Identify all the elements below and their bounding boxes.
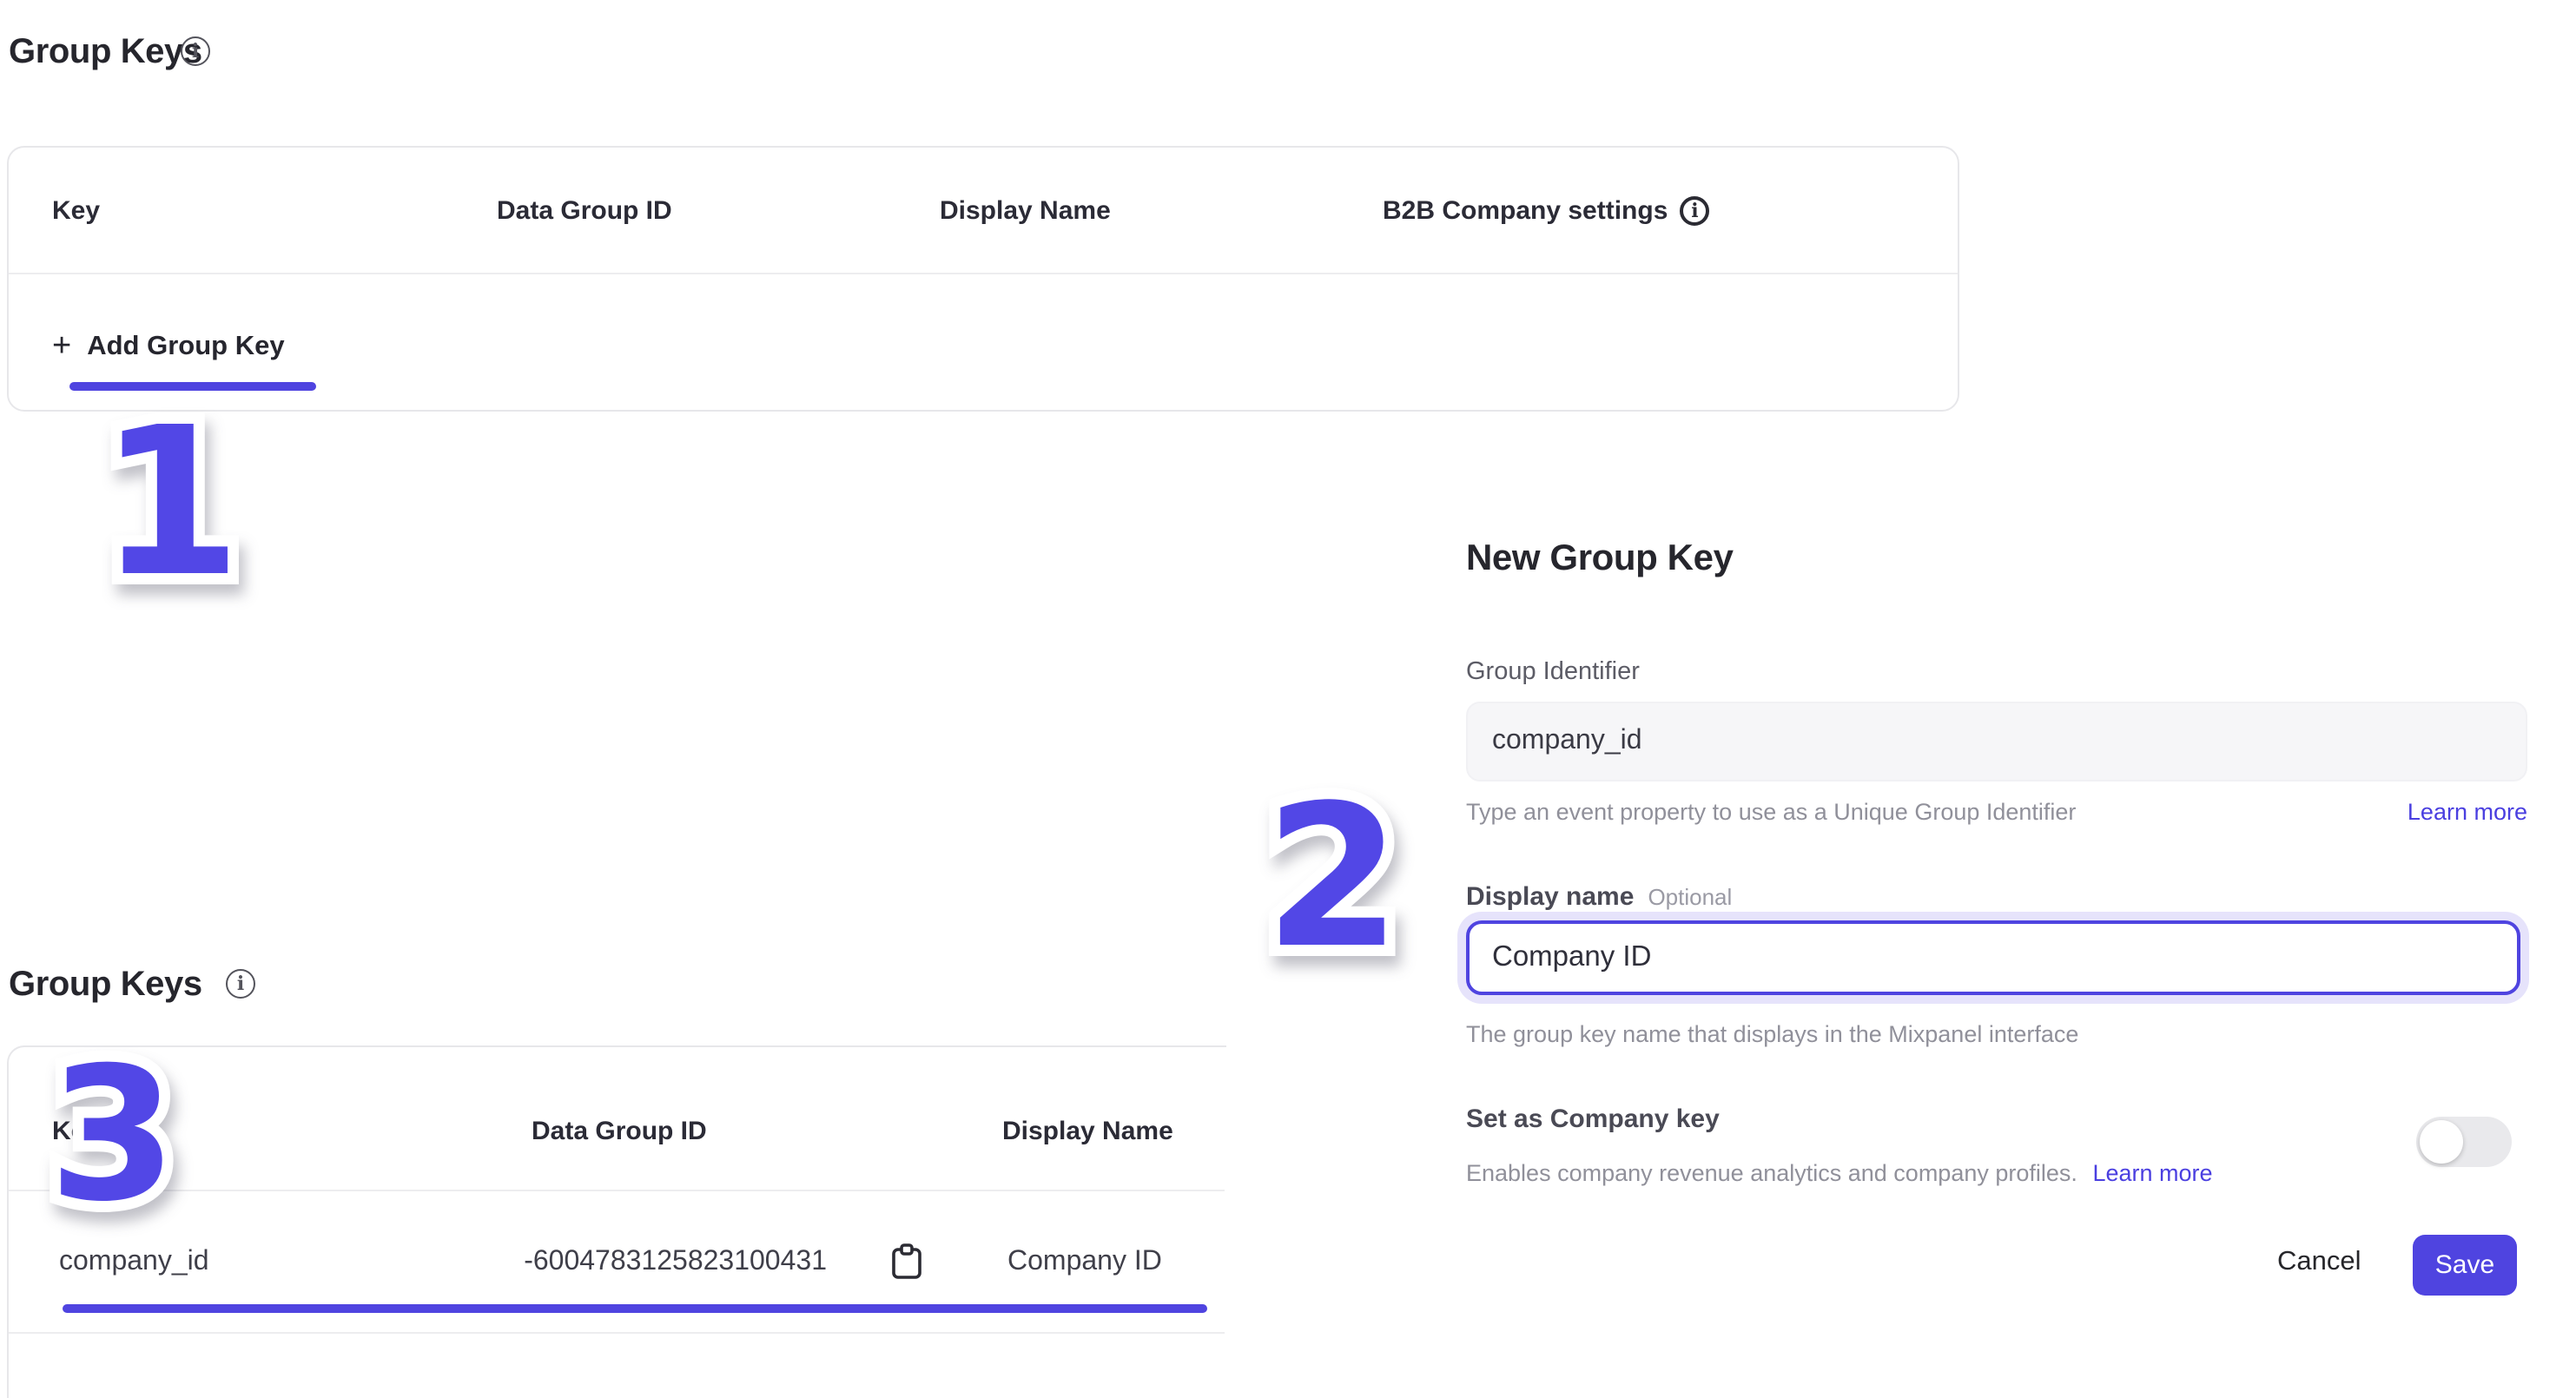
group-identifier-input[interactable] <box>1466 702 2527 781</box>
company-key-helper-text: Enables company revenue analytics and co… <box>1466 1160 2077 1186</box>
save-button[interactable]: Save <box>2413 1235 2517 1296</box>
learn-more-link[interactable]: Learn more <box>2408 799 2527 825</box>
column-header-key: Key <box>52 1117 100 1146</box>
column-header-data-group-id: Data Group ID <box>532 1117 707 1146</box>
cancel-button[interactable]: Cancel <box>2277 1247 2361 1278</box>
company-key-toggle[interactable] <box>2416 1117 2512 1167</box>
column-header-display-name: Display Name <box>940 196 1111 226</box>
display-name-label: Display name <box>1466 882 1634 912</box>
set-company-key-label: Set as Company key <box>1466 1105 1720 1134</box>
info-icon[interactable] <box>1680 196 1709 226</box>
group-keys-table-top <box>7 146 1959 412</box>
annotation-step-2: 22 <box>1265 780 1401 976</box>
step3-highlight-underline <box>63 1304 1207 1313</box>
table-header-divider <box>9 1190 1225 1191</box>
column-header-data-group-id: Data Group ID <box>497 196 672 226</box>
row-key-cell: company_id <box>59 1247 209 1278</box>
toggle-knob <box>2420 1120 2463 1164</box>
column-header-key: Key <box>52 196 100 226</box>
copy-icon[interactable] <box>891 1243 922 1280</box>
add-group-key-label: Add Group Key <box>87 331 284 362</box>
group-identifier-helper: Type an event property to use as a Uniqu… <box>1466 799 2527 825</box>
company-key-helper: Enables company revenue analytics and co… <box>1466 1160 2213 1186</box>
row-data-group-id-cell: -6004783125823100431 <box>521 1247 827 1278</box>
info-icon[interactable] <box>181 36 210 66</box>
optional-label: Optional <box>1648 884 1732 910</box>
group-identifier-helper-text: Type an event property to use as a Uniqu… <box>1466 799 2076 825</box>
b2b-settings-label: B2B Company settings <box>1383 196 1668 226</box>
column-header-display-name: Display Name <box>1002 1117 1173 1146</box>
display-name-input[interactable] <box>1466 920 2520 995</box>
plus-icon <box>52 330 71 363</box>
table-row-divider <box>9 1332 1225 1334</box>
display-name-label-row: Display name Optional <box>1466 882 1732 912</box>
add-group-key-button[interactable]: Add Group Key <box>52 330 285 363</box>
display-name-helper: The group key name that displays in the … <box>1466 1021 2078 1047</box>
group-keys-title-top: Group Keys <box>9 33 202 73</box>
step1-highlight-underline <box>69 382 316 391</box>
table-header-divider <box>9 273 1958 274</box>
learn-more-link[interactable]: Learn more <box>2092 1160 2212 1186</box>
new-group-key-title: New Group Key <box>1466 538 1734 580</box>
group-identifier-label: Group Identifier <box>1466 658 1640 686</box>
row-display-name-cell: Company ID <box>1007 1247 1162 1278</box>
info-icon[interactable] <box>226 969 255 999</box>
annotation-step-1: 11 <box>99 399 241 604</box>
group-keys-table-bottom <box>7 1045 1226 1398</box>
page: Group Keys Key Data Group ID Display Nam… <box>0 0 2576 1398</box>
group-keys-title-bottom: Group Keys <box>9 966 202 1006</box>
column-header-b2b-settings: B2B Company settings <box>1383 196 1709 226</box>
